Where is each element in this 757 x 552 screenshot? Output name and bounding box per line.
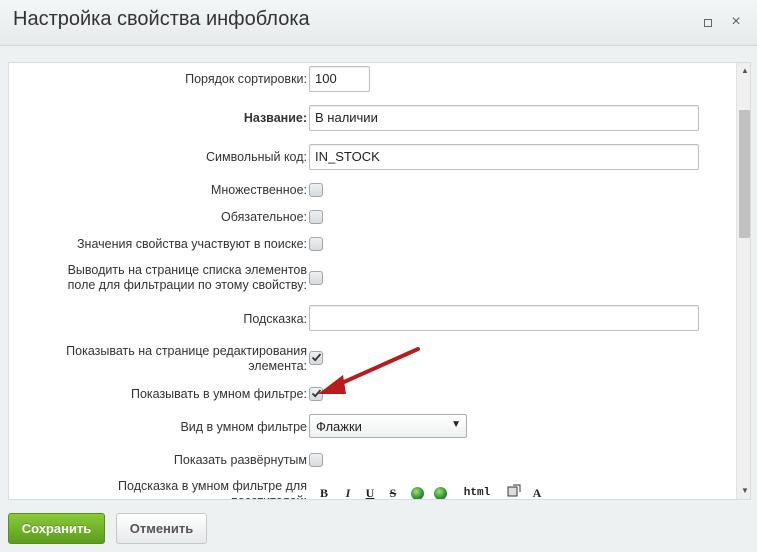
smart-filter-view-label: Вид в умном фильтре: [180, 420, 307, 434]
sort-label: Порядок сортировки:: [185, 72, 307, 86]
insert-link-button[interactable]: [409, 484, 425, 499]
dropdown-caret-icon: ▼: [451, 419, 461, 430]
hint-label: Подсказка:: [243, 312, 307, 326]
name-input[interactable]: В наличии: [309, 105, 699, 131]
maximize-icon[interactable]: [699, 13, 717, 31]
required-label: Обязательное:: [221, 210, 307, 224]
hint-input[interactable]: [309, 305, 699, 331]
name-label: Название:: [243, 111, 307, 125]
filtrable-checkbox[interactable]: [309, 271, 323, 285]
close-icon[interactable]: ×: [727, 13, 745, 31]
spellcheck-button[interactable]: A: [529, 484, 545, 499]
scrollbar-thumb[interactable]: [739, 110, 750, 238]
searchable-checkbox[interactable]: [309, 237, 323, 251]
link-globe-icon: [410, 487, 424, 499]
show-edit-label: Показывать на странице редактирования эл…: [66, 344, 307, 373]
source-toggle-icon: [507, 484, 521, 497]
dialog-titlebar[interactable]: Настройка свойства инфоблока ×: [0, 0, 757, 46]
required-checkbox[interactable]: [309, 210, 323, 224]
searchable-label: Значения свойства участвуют в поиске:: [76, 237, 307, 251]
smart-filter-hint-label: Подсказка в умном фильтре для посетителе…: [118, 479, 307, 499]
source-toggle-button[interactable]: [506, 484, 522, 499]
remove-link-button[interactable]: [432, 484, 448, 499]
sort-input[interactable]: 100: [309, 66, 370, 92]
code-label: Символьный код:: [206, 150, 307, 164]
content-scrollbar[interactable]: ▲ ▼: [736, 63, 750, 499]
smart-filter-label: Показывать в умном фильтре:: [130, 387, 307, 401]
code-input[interactable]: IN_STOCK: [309, 144, 699, 170]
strike-button[interactable]: S: [387, 484, 399, 499]
unlink-globe-icon: [433, 487, 447, 499]
dialog-footer: Сохранить Отменить: [0, 503, 757, 552]
smart-filter-view-value: Флажки: [316, 419, 362, 434]
dialog-title: Настройка свойства инфоблока: [13, 8, 310, 30]
multiple-checkbox[interactable]: [309, 183, 323, 197]
italic-button[interactable]: I: [342, 484, 354, 499]
underline-button[interactable]: U: [364, 484, 376, 499]
bold-button[interactable]: B: [318, 484, 330, 499]
save-button[interactable]: Сохранить: [8, 513, 105, 544]
html-mode-button[interactable]: html: [462, 484, 492, 499]
smart-filter-checkbox[interactable]: [309, 387, 323, 401]
scroll-up-icon[interactable]: ▲: [737, 63, 750, 79]
filtrable-label: Выводить на странице списка элементов по…: [67, 263, 307, 292]
checkmark-icon: [311, 353, 322, 362]
cancel-button[interactable]: Отменить: [116, 513, 207, 544]
show-expanded-checkbox[interactable]: [309, 453, 323, 467]
scroll-down-icon[interactable]: ▼: [737, 483, 750, 499]
property-settings-dialog: Настройка свойства инфоблока × Порядок с…: [0, 0, 757, 552]
dialog-content: Порядок сортировки: 100 Название: В нали…: [8, 62, 751, 500]
show-edit-checkbox[interactable]: [309, 351, 323, 365]
checkmark-icon: [311, 389, 322, 398]
multiple-label: Множественное:: [210, 183, 307, 197]
smart-filter-view-select[interactable]: Флажки ▼: [309, 414, 467, 438]
show-expanded-label: Показать развёрнутым: [173, 453, 307, 467]
